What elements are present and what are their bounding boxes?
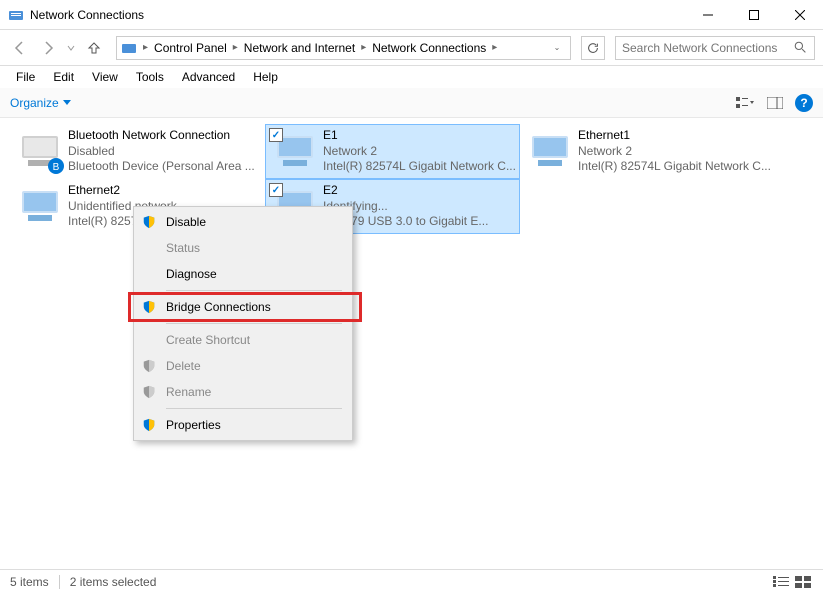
chevron-icon[interactable]: ▸: [231, 42, 240, 53]
chevron-icon[interactable]: ▸: [359, 42, 368, 53]
forward-button[interactable]: [36, 36, 60, 60]
breadcrumb-bar[interactable]: ▸ Control Panel ▸ Network and Internet ▸…: [116, 36, 571, 60]
ctx-rename: Rename: [136, 379, 350, 405]
menubar: File Edit View Tools Advanced Help: [0, 66, 823, 88]
ctx-label: Status: [166, 241, 200, 255]
connection-name: E2: [323, 183, 488, 199]
window-controls: [685, 0, 823, 30]
ctx-label: Bridge Connections: [166, 300, 271, 314]
connection-e1[interactable]: ✓ E1 Network 2 Intel(R) 82574L Gigabit N…: [265, 124, 520, 179]
connection-name: Ethernet1: [578, 128, 771, 144]
ctx-icon-empty: [140, 331, 158, 349]
close-button[interactable]: [777, 0, 823, 30]
refresh-button[interactable]: [581, 36, 605, 60]
network-adapter-icon: B: [14, 128, 66, 176]
connection-status: Network 2: [323, 144, 516, 160]
selection-checkbox[interactable]: ✓: [269, 128, 283, 142]
context-menu: Disable Status Diagnose Bridge Connectio…: [133, 206, 353, 441]
ctx-properties[interactable]: Properties: [136, 412, 350, 438]
preview-pane-button[interactable]: [765, 93, 785, 113]
ctx-create-shortcut: Create Shortcut: [136, 327, 350, 353]
search-icon[interactable]: [794, 41, 808, 55]
connection-ethernet1[interactable]: Ethernet1 Network 2 Intel(R) 82574L Giga…: [520, 124, 775, 179]
toolbar: Organize ?: [0, 88, 823, 118]
menu-help[interactable]: Help: [245, 68, 286, 86]
connection-status: Disabled: [68, 144, 255, 160]
view-details-button[interactable]: [771, 574, 791, 590]
ctx-label: Delete: [166, 359, 201, 373]
maximize-button[interactable]: [731, 0, 777, 30]
up-button[interactable]: [82, 36, 106, 60]
network-adapter-icon: ✓: [269, 128, 321, 176]
ctx-icon-empty: [140, 239, 158, 257]
shield-icon: [140, 213, 158, 231]
navigation-bar: ▸ Control Panel ▸ Network and Internet ▸…: [0, 30, 823, 66]
window-icon: [8, 7, 24, 23]
connection-status: Network 2: [578, 144, 771, 160]
connection-detail: Bluetooth Device (Personal Area ...: [68, 159, 255, 175]
connection-name: Ethernet2: [68, 183, 177, 199]
ctx-separator: [166, 323, 342, 324]
breadcrumb-item[interactable]: Control Panel: [150, 41, 231, 55]
selection-checkbox[interactable]: ✓: [269, 183, 283, 197]
shield-icon: [140, 357, 158, 375]
status-count: 5 items: [10, 575, 49, 589]
shield-icon: [140, 416, 158, 434]
menu-file[interactable]: File: [8, 68, 43, 86]
breadcrumb-icon: [121, 40, 137, 56]
ctx-separator: [166, 408, 342, 409]
search-box[interactable]: [615, 36, 815, 60]
menu-advanced[interactable]: Advanced: [174, 68, 243, 86]
connection-detail: Intel(R) 82574L Gigabit Network C...: [323, 159, 516, 175]
network-adapter-icon: [14, 183, 66, 231]
shield-icon: [140, 298, 158, 316]
ctx-label: Create Shortcut: [166, 333, 250, 347]
shield-icon: [140, 383, 158, 401]
back-button[interactable]: [8, 36, 32, 60]
menu-edit[interactable]: Edit: [45, 68, 82, 86]
status-selected: 2 items selected: [70, 575, 157, 589]
ctx-disable[interactable]: Disable: [136, 209, 350, 235]
menu-tools[interactable]: Tools: [128, 68, 172, 86]
connection-name: E1: [323, 128, 516, 144]
organize-label: Organize: [10, 96, 59, 110]
ctx-label: Diagnose: [166, 267, 217, 281]
chevron-icon[interactable]: ▸: [490, 42, 499, 53]
view-large-icons-button[interactable]: [793, 574, 813, 590]
ctx-label: Disable: [166, 215, 206, 229]
connection-name: Bluetooth Network Connection: [68, 128, 255, 144]
statusbar: 5 items 2 items selected: [0, 569, 823, 593]
svg-text:B: B: [53, 162, 60, 173]
recent-dropdown[interactable]: [64, 36, 78, 60]
search-input[interactable]: [622, 41, 794, 55]
view-options-button[interactable]: [735, 93, 755, 113]
breadcrumb-item[interactable]: Network and Internet: [240, 41, 359, 55]
connection-detail: Intel(R) 82574L Gigabit Network C...: [578, 159, 771, 175]
status-separator: [59, 575, 60, 589]
ctx-icon-empty: [140, 265, 158, 283]
menu-view[interactable]: View: [84, 68, 126, 86]
ctx-status: Status: [136, 235, 350, 261]
ctx-diagnose[interactable]: Diagnose: [136, 261, 350, 287]
titlebar: Network Connections: [0, 0, 823, 30]
ctx-label: Rename: [166, 385, 211, 399]
content-area: B Bluetooth Network Connection Disabled …: [0, 118, 823, 240]
chevron-icon[interactable]: ▸: [141, 42, 150, 53]
organize-button[interactable]: Organize: [10, 96, 71, 110]
ctx-bridge-connections[interactable]: Bridge Connections: [136, 294, 350, 320]
connection-bluetooth[interactable]: B Bluetooth Network Connection Disabled …: [10, 124, 265, 179]
breadcrumb-dropdown[interactable]: ⌄: [548, 43, 566, 52]
network-adapter-icon: [524, 128, 576, 176]
window-title: Network Connections: [30, 8, 685, 22]
help-button[interactable]: ?: [795, 94, 813, 112]
breadcrumb-item[interactable]: Network Connections: [368, 41, 490, 55]
ctx-delete: Delete: [136, 353, 350, 379]
ctx-separator: [166, 290, 342, 291]
ctx-label: Properties: [166, 418, 221, 432]
minimize-button[interactable]: [685, 0, 731, 30]
